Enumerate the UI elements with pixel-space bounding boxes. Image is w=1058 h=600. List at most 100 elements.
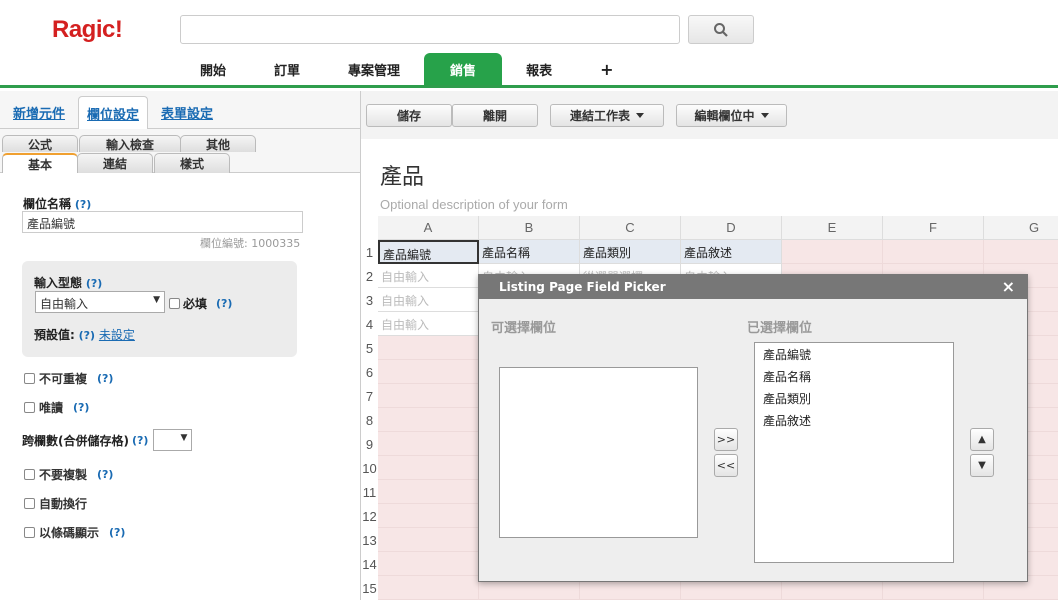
tab-form-settings[interactable]: 表單設定: [153, 96, 221, 129]
column-header[interactable]: B: [479, 216, 580, 240]
word-wrap-checkbox[interactable]: [24, 498, 35, 509]
word-wrap-option[interactable]: 自動換行: [24, 495, 87, 512]
barcode-checkbox[interactable]: [24, 527, 35, 538]
no-copy-help[interactable]: (?): [97, 468, 113, 481]
nav-tab-projects[interactable]: 專案管理: [324, 53, 424, 85]
no-copy-option[interactable]: 不要複製 (?): [24, 466, 113, 483]
column-header[interactable]: A: [378, 216, 479, 240]
subtab-link[interactable]: 連結: [77, 153, 153, 173]
nav-tab-start[interactable]: 開始: [176, 53, 250, 85]
add-field-button[interactable]: >>: [714, 428, 738, 451]
sheet-cell[interactable]: [378, 576, 479, 600]
row-header[interactable]: 8: [361, 408, 378, 432]
row-header[interactable]: 10: [361, 456, 378, 480]
list-item[interactable]: 產品敘述: [755, 409, 953, 431]
sheet-cell[interactable]: 自由輸入: [378, 312, 479, 336]
row-header[interactable]: 4: [361, 312, 378, 336]
column-header[interactable]: E: [782, 216, 883, 240]
list-item[interactable]: 產品名稱: [755, 365, 953, 387]
sheet-cell[interactable]: 自由輸入: [378, 264, 479, 288]
move-down-button[interactable]: ▼: [970, 454, 994, 477]
sheet-cell[interactable]: [378, 408, 479, 432]
sheet-cell[interactable]: [378, 360, 479, 384]
unique-checkbox[interactable]: [24, 373, 35, 384]
column-header[interactable]: G: [984, 216, 1058, 240]
row-header[interactable]: 11: [361, 480, 378, 504]
sheet-cell[interactable]: [378, 456, 479, 480]
required-help[interactable]: (?): [216, 297, 232, 310]
move-up-button[interactable]: ▲: [970, 428, 994, 451]
row-header[interactable]: 13: [361, 528, 378, 552]
remove-field-button[interactable]: <<: [714, 454, 738, 477]
sheet-cell[interactable]: 產品類別: [580, 240, 681, 264]
form-title[interactable]: 產品: [380, 159, 424, 191]
column-header[interactable]: C: [580, 216, 681, 240]
colspan-select[interactable]: ▼: [153, 429, 193, 451]
sheet-cell[interactable]: [378, 336, 479, 360]
sheet-cell[interactable]: [378, 384, 479, 408]
sheet-cell[interactable]: [378, 480, 479, 504]
sheet-cell[interactable]: [378, 528, 479, 552]
subtab-style[interactable]: 樣式: [154, 153, 230, 173]
leave-button[interactable]: 離開: [452, 104, 538, 127]
readonly-option[interactable]: 唯讀 (?): [24, 399, 89, 416]
selected-fields-list[interactable]: 產品編號 產品名稱 產品類別 產品敘述: [754, 342, 954, 563]
input-type-help[interactable]: (?): [86, 277, 102, 290]
tab-add-component[interactable]: 新增元件: [5, 96, 73, 129]
tab-field-settings[interactable]: 欄位設定: [78, 96, 149, 130]
sheet-cell[interactable]: 產品敘述: [681, 240, 782, 264]
nav-tab-reports[interactable]: 報表: [502, 53, 576, 85]
readonly-help[interactable]: (?): [73, 401, 89, 414]
row-header[interactable]: 2: [361, 264, 378, 288]
sheet-cell[interactable]: [782, 240, 883, 264]
sheet-cell[interactable]: [984, 240, 1058, 264]
ragic-logo[interactable]: Ragic!: [52, 16, 123, 44]
field-name-help[interactable]: (?): [75, 198, 91, 211]
field-name-input[interactable]: 產品編號: [22, 211, 303, 233]
no-copy-checkbox[interactable]: [24, 469, 35, 480]
row-header[interactable]: 15: [361, 576, 378, 600]
row-header[interactable]: 5: [361, 336, 378, 360]
row-header[interactable]: 9: [361, 432, 378, 456]
readonly-checkbox[interactable]: [24, 402, 35, 413]
sheet-cell[interactable]: [378, 432, 479, 456]
sheet-cell[interactable]: [378, 504, 479, 528]
row-header[interactable]: 7: [361, 384, 378, 408]
barcode-option[interactable]: 以條碼顯示 (?): [24, 524, 125, 541]
sheet-cell[interactable]: 產品名稱: [479, 240, 580, 264]
colspan-help[interactable]: (?): [132, 434, 148, 447]
unique-help[interactable]: (?): [97, 372, 113, 385]
sheet-cell[interactable]: [378, 552, 479, 576]
subtab-validation[interactable]: 輸入檢查: [79, 135, 181, 152]
sheet-cell[interactable]: 產品編號: [378, 240, 479, 264]
row-header[interactable]: 12: [361, 504, 378, 528]
row-header[interactable]: 14: [361, 552, 378, 576]
default-value-help[interactable]: (?): [79, 329, 95, 342]
close-icon[interactable]: ×: [1002, 277, 1015, 296]
save-button[interactable]: 儲存: [366, 104, 452, 127]
default-value-link[interactable]: 未設定: [99, 328, 135, 342]
required-checkbox[interactable]: [169, 298, 180, 309]
list-item[interactable]: 產品編號: [755, 343, 953, 365]
row-header[interactable]: 1: [361, 240, 378, 264]
row-header[interactable]: 3: [361, 288, 378, 312]
row-header[interactable]: 6: [361, 360, 378, 384]
list-item[interactable]: 產品類別: [755, 387, 953, 409]
subtab-basic[interactable]: 基本: [2, 153, 78, 173]
search-button[interactable]: [688, 15, 754, 44]
editing-fields-button[interactable]: 編輯欄位中: [676, 104, 787, 127]
subtab-formula[interactable]: 公式: [2, 135, 78, 152]
link-sheet-button[interactable]: 連結工作表: [550, 104, 664, 127]
barcode-help[interactable]: (?): [109, 526, 125, 539]
sheet-cell[interactable]: [883, 240, 984, 264]
sheet-cell[interactable]: 自由輸入: [378, 288, 479, 312]
column-header[interactable]: F: [883, 216, 984, 240]
subtab-other[interactable]: 其他: [180, 135, 256, 152]
available-fields-list[interactable]: [499, 367, 698, 538]
add-tab-button[interactable]: +: [576, 53, 637, 85]
unique-option[interactable]: 不可重複 (?): [24, 370, 113, 387]
nav-tab-orders[interactable]: 訂單: [250, 53, 324, 85]
nav-tab-sales[interactable]: 銷售: [424, 53, 503, 85]
form-description[interactable]: Optional description of your form: [380, 197, 568, 212]
search-input[interactable]: [180, 15, 680, 44]
